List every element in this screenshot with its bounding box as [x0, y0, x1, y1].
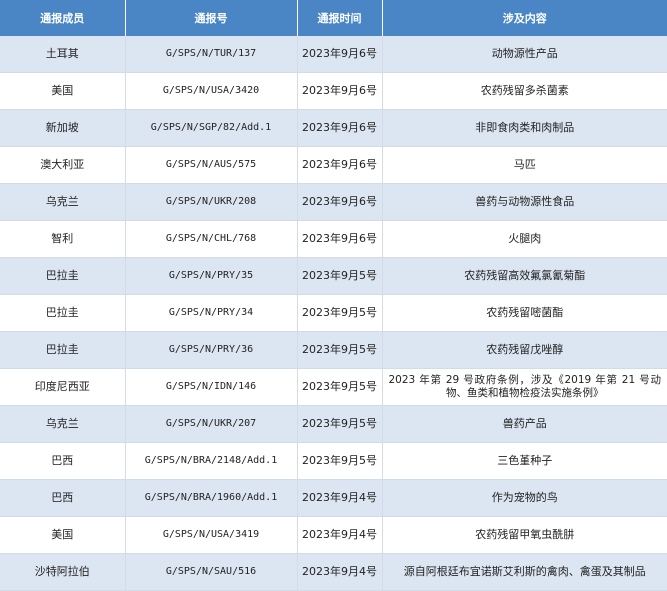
date-cell: 2023年9月5号 [297, 331, 383, 369]
code-cell: G/SPS/N/SGP/82/Add.1 [125, 109, 298, 147]
notification-table: 通报成员 通报号 通报时间 涉及内容 土耳其 G/SPS/N/TUR/137 2… [0, 0, 667, 591]
date-cell: 2023年9月5号 [297, 257, 383, 295]
date-cell: 2023年9月6号 [297, 36, 383, 73]
member-cell: 巴拉圭 [0, 257, 126, 295]
content-cell: 作为宠物的鸟 [382, 479, 667, 517]
content-cell: 农药残留多杀菌素 [382, 72, 667, 110]
code-cell: G/SPS/N/BRA/1960/Add.1 [125, 479, 298, 517]
table-header-row: 通报成员 通报号 通报时间 涉及内容 [0, 0, 667, 36]
content-cell: 三色堇种子 [382, 442, 667, 480]
table-row: 巴西 G/SPS/N/BRA/1960/Add.1 2023年9月4号 作为宠物… [0, 479, 667, 517]
content-cell: 农药残留高效氟氯氰菊酯 [382, 257, 667, 295]
date-cell: 2023年9月6号 [297, 72, 383, 110]
header-code: 通报号 [125, 0, 298, 36]
date-cell: 2023年9月6号 [297, 183, 383, 221]
member-cell: 巴拉圭 [0, 331, 126, 369]
header-content: 涉及内容 [382, 0, 667, 36]
header-member: 通报成员 [0, 0, 126, 36]
content-cell: 火腿肉 [382, 220, 667, 258]
header-date: 通报时间 [297, 0, 383, 36]
content-cell: 农药残留嘧菌酯 [382, 294, 667, 332]
code-cell: G/SPS/N/CHL/768 [125, 220, 298, 258]
date-cell: 2023年9月4号 [297, 479, 383, 517]
code-cell: G/SPS/N/AUS/575 [125, 146, 298, 184]
content-cell: 兽药与动物源性食品 [382, 183, 667, 221]
code-cell: G/SPS/N/PRY/36 [125, 331, 298, 369]
date-cell: 2023年9月6号 [297, 146, 383, 184]
code-cell: G/SPS/N/UKR/208 [125, 183, 298, 221]
code-cell: G/SPS/N/IDN/146 [125, 368, 298, 406]
date-cell: 2023年9月4号 [297, 516, 383, 554]
date-cell: 2023年9月5号 [297, 442, 383, 480]
member-cell: 巴西 [0, 479, 126, 517]
table-row: 新加坡 G/SPS/N/SGP/82/Add.1 2023年9月6号 非即食肉类… [0, 109, 667, 147]
date-cell: 2023年9月6号 [297, 109, 383, 147]
content-cell: 马匹 [382, 146, 667, 184]
member-cell: 乌克兰 [0, 405, 126, 443]
member-cell: 智利 [0, 220, 126, 258]
member-cell: 土耳其 [0, 36, 126, 73]
member-cell: 印度尼西亚 [0, 368, 126, 406]
table-row: 乌克兰 G/SPS/N/UKR/207 2023年9月5号 兽药产品 [0, 405, 667, 443]
content-cell: 农药残留戊唑醇 [382, 331, 667, 369]
date-cell: 2023年9月5号 [297, 405, 383, 443]
member-cell: 美国 [0, 516, 126, 554]
member-cell: 美国 [0, 72, 126, 110]
table-row: 印度尼西亚 G/SPS/N/IDN/146 2023年9月5号 2023 年第 … [0, 368, 667, 406]
table-row: 巴西 G/SPS/N/BRA/2148/Add.1 2023年9月5号 三色堇种… [0, 442, 667, 480]
member-cell: 巴拉圭 [0, 294, 126, 332]
table-row: 美国 G/SPS/N/USA/3419 2023年9月4号 农药残留甲氧虫酰肼 [0, 516, 667, 554]
table-row: 巴拉圭 G/SPS/N/PRY/35 2023年9月5号 农药残留高效氟氯氰菊酯 [0, 257, 667, 295]
table-row: 智利 G/SPS/N/CHL/768 2023年9月6号 火腿肉 [0, 220, 667, 258]
date-cell: 2023年9月5号 [297, 368, 383, 406]
content-cell: 农药残留甲氧虫酰肼 [382, 516, 667, 554]
code-cell: G/SPS/N/USA/3420 [125, 72, 298, 110]
content-cell: 兽药产品 [382, 405, 667, 443]
content-cell: 动物源性产品 [382, 36, 667, 73]
member-cell: 巴西 [0, 442, 126, 480]
member-cell: 澳大利亚 [0, 146, 126, 184]
date-cell: 2023年9月5号 [297, 294, 383, 332]
content-cell: 非即食肉类和肉制品 [382, 109, 667, 147]
code-cell: G/SPS/N/PRY/34 [125, 294, 298, 332]
date-cell: 2023年9月6号 [297, 220, 383, 258]
table-row: 澳大利亚 G/SPS/N/AUS/575 2023年9月6号 马匹 [0, 146, 667, 184]
code-cell: G/SPS/N/USA/3419 [125, 516, 298, 554]
member-cell: 新加坡 [0, 109, 126, 147]
table-row: 乌克兰 G/SPS/N/UKR/208 2023年9月6号 兽药与动物源性食品 [0, 183, 667, 221]
table-row: 巴拉圭 G/SPS/N/PRY/34 2023年9月5号 农药残留嘧菌酯 [0, 294, 667, 332]
table-row: 美国 G/SPS/N/USA/3420 2023年9月6号 农药残留多杀菌素 [0, 72, 667, 110]
table-row: 土耳其 G/SPS/N/TUR/137 2023年9月6号 动物源性产品 [0, 36, 667, 73]
code-cell: G/SPS/N/PRY/35 [125, 257, 298, 295]
code-cell: G/SPS/N/BRA/2148/Add.1 [125, 442, 298, 480]
table-row: 巴拉圭 G/SPS/N/PRY/36 2023年9月5号 农药残留戊唑醇 [0, 331, 667, 369]
code-cell: G/SPS/N/TUR/137 [125, 36, 298, 73]
code-cell: G/SPS/N/UKR/207 [125, 405, 298, 443]
member-cell: 乌克兰 [0, 183, 126, 221]
content-cell: 2023 年第 29 号政府条例，涉及《2019 年第 21 号动物、鱼类和植物… [382, 368, 667, 406]
